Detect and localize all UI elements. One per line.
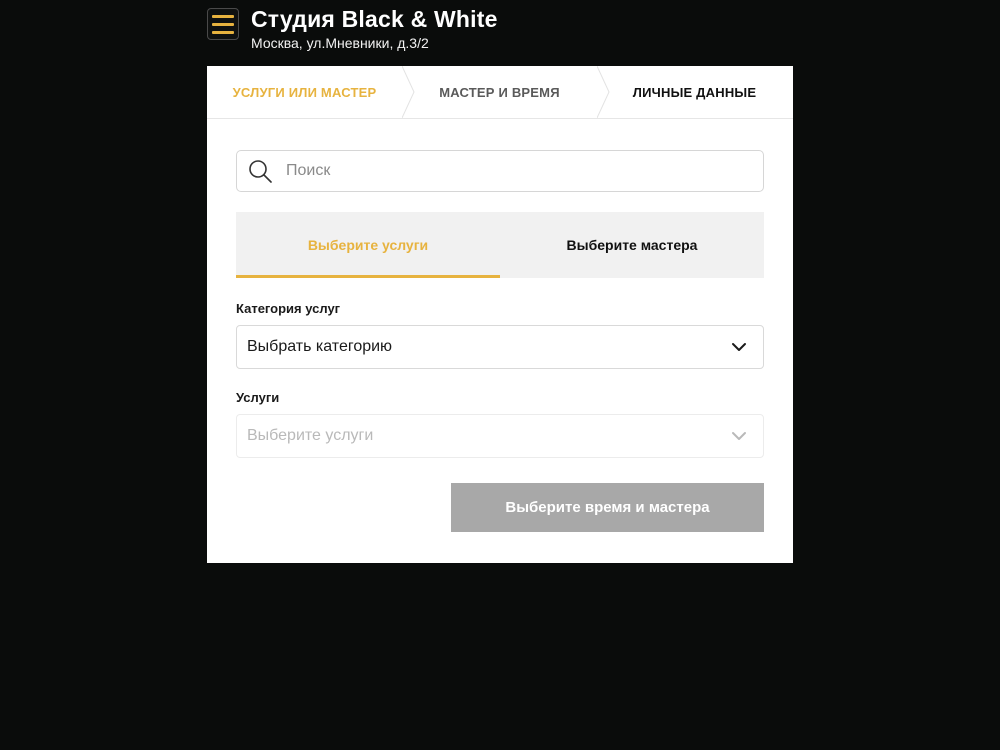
- studio-address: Москва, ул.Мневники, д.3/2: [251, 35, 429, 51]
- category-select-value: Выбрать категорию: [247, 338, 393, 355]
- studio-title: Студия Black & White: [251, 6, 498, 32]
- step-master-and-time[interactable]: МАСТЕР И ВРЕМЯ: [402, 66, 597, 118]
- services-select-value: Выберите услуги: [247, 427, 374, 444]
- step-label: ЛИЧНЫЕ ДАННЫЕ: [632, 84, 757, 100]
- step-progress: УСЛУГИ ИЛИ МАСТЕР МАСТЕР И ВРЕМЯ ЛИЧНЫЕ …: [207, 66, 793, 119]
- selection-tabs: Выберите услуги Выберите мастера: [236, 212, 764, 278]
- booking-card: УСЛУГИ ИЛИ МАСТЕР МАСТЕР И ВРЕМЯ ЛИЧНЫЕ …: [207, 66, 793, 563]
- search-input[interactable]: [284, 161, 728, 181]
- search-box[interactable]: [236, 150, 764, 192]
- services-label: Услуги: [236, 390, 280, 405]
- step-label: УСЛУГИ ИЛИ МАСТЕР: [232, 84, 377, 100]
- step-label: МАСТЕР И ВРЕМЯ: [439, 84, 560, 100]
- choose-time-and-master-button[interactable]: Выберите время и мастера: [451, 483, 764, 532]
- category-select[interactable]: Выбрать категорию: [236, 325, 764, 369]
- menu-icon-bar: [212, 30, 234, 34]
- tab-label: Выберите мастера: [566, 237, 698, 253]
- chevron-down-icon: [732, 343, 746, 351]
- header-text: Студия Black & White Москва, ул.Мневники…: [251, 6, 498, 52]
- tab-select-master[interactable]: Выберите мастера: [500, 212, 764, 278]
- search-icon: [249, 160, 272, 183]
- tab-select-services[interactable]: Выберите услуги: [236, 212, 500, 278]
- submit-row: Выберите время и мастера: [236, 483, 764, 532]
- menu-icon-bar: [212, 22, 234, 26]
- step-personal-data[interactable]: ЛИЧНЫЕ ДАННЫЕ: [597, 66, 792, 118]
- menu-button[interactable]: [207, 8, 239, 40]
- tab-label: Выберите услуги: [307, 237, 429, 253]
- header: Студия Black & White Москва, ул.Мневники…: [207, 6, 498, 58]
- category-label: Категория услуг: [236, 301, 341, 316]
- step-services-or-master[interactable]: УСЛУГИ ИЛИ МАСТЕР: [207, 66, 402, 118]
- services-select[interactable]: Выберите услуги: [236, 414, 764, 458]
- chevron-down-icon: [732, 432, 746, 440]
- menu-icon-bar: [212, 14, 234, 18]
- booking-form: Выберите услуги Выберите мастера Категор…: [207, 150, 793, 532]
